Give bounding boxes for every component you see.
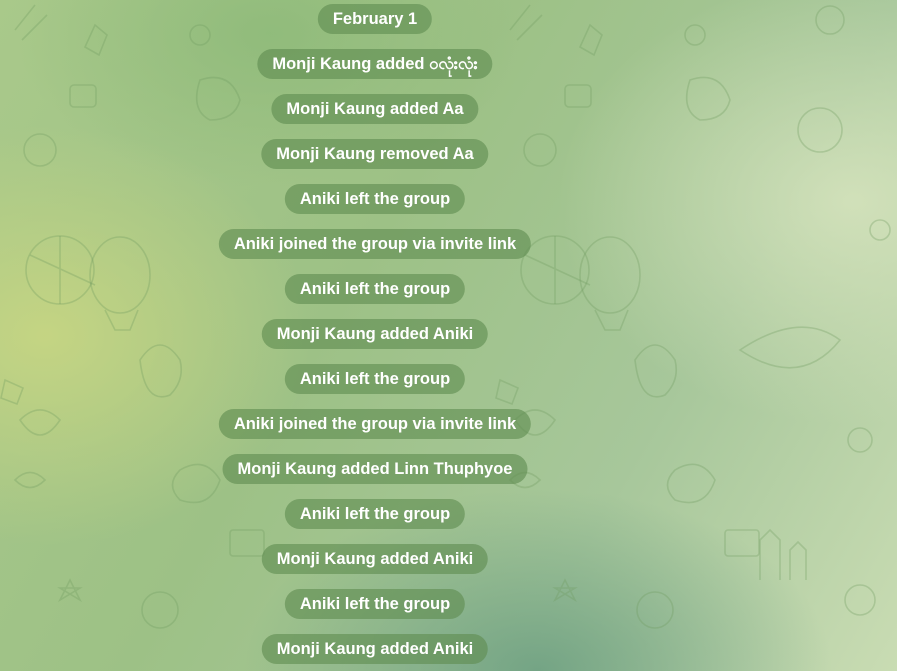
message-feed[interactable]: February 1 Monji Kaung added ဝလုံးလုံး M… bbox=[0, 0, 751, 671]
service-message: Aniki left the group bbox=[284, 184, 466, 214]
service-message: Monji Kaung added Aniki bbox=[261, 319, 489, 349]
service-message: Aniki joined the group via invite link bbox=[218, 229, 532, 259]
service-message: Aniki left the group bbox=[284, 274, 466, 304]
service-message: Monji Kaung added Linn Thuphyoe bbox=[222, 454, 528, 484]
date-divider: February 1 bbox=[317, 4, 433, 34]
service-message: Monji Kaung added Aa bbox=[271, 94, 479, 124]
service-message: Aniki left the group bbox=[284, 499, 466, 529]
service-message: Monji Kaung removed Aa bbox=[261, 139, 489, 169]
service-message: Monji Kaung added ဝလုံးလုံး bbox=[257, 49, 493, 79]
service-message: Monji Kaung added Aniki bbox=[261, 544, 489, 574]
service-message: Monji Kaung added Aniki bbox=[261, 634, 489, 664]
service-message: Aniki left the group bbox=[284, 589, 466, 619]
service-message: Aniki joined the group via invite link bbox=[218, 409, 532, 439]
service-message: Aniki left the group bbox=[284, 364, 466, 394]
